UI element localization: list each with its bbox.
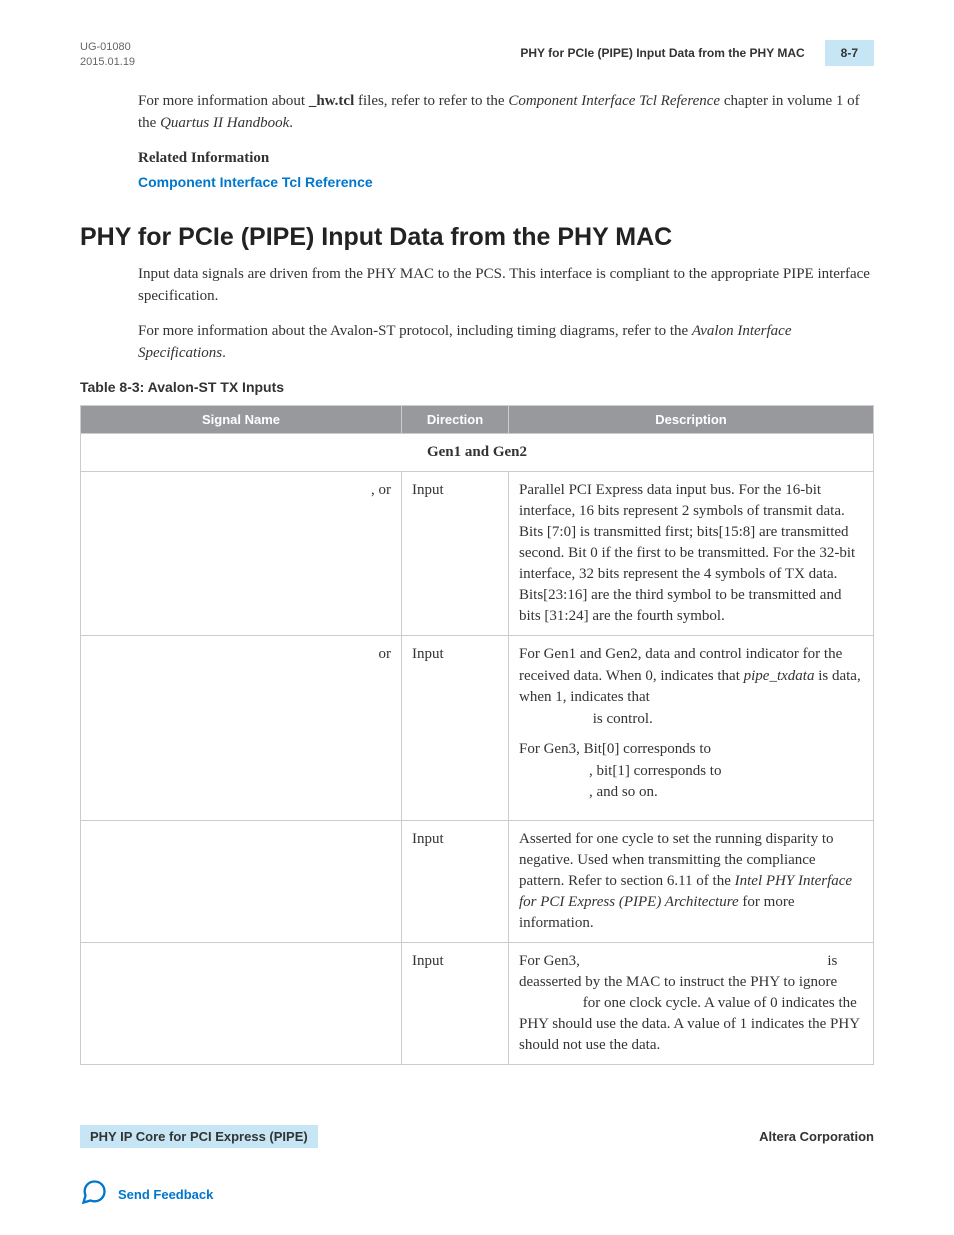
cell-signal — [81, 821, 402, 943]
doc-meta: UG-01080 2015.01.19 — [80, 40, 135, 71]
page-header: UG-01080 2015.01.19 PHY for PCIe (PIPE) … — [80, 40, 874, 71]
cell-signal: , or — [81, 471, 402, 635]
section-para-2: For more information about the Avalon-ST… — [138, 321, 874, 365]
page-number: 8-7 — [825, 40, 874, 66]
feedback-icon — [80, 1178, 108, 1211]
doc-date: 2015.01.19 — [80, 55, 135, 70]
footer-left-link[interactable]: PHY IP Core for PCI Express (PIPE) — [80, 1125, 318, 1148]
cell-description: For Gen3, is deasserted by the MAC to in… — [509, 943, 874, 1065]
th-signal: Signal Name — [81, 405, 402, 433]
feedback-label: Send Feedback — [118, 1187, 213, 1202]
related-info-label: Related Information — [138, 148, 874, 170]
table-row: or Input For Gen1 and Gen2, data and con… — [81, 635, 874, 820]
cell-direction: Input — [402, 635, 509, 820]
cell-direction: Input — [402, 821, 509, 943]
cell-direction: Input — [402, 471, 509, 635]
cell-description: For Gen1 and Gen2, data and control indi… — [509, 635, 874, 820]
avalon-st-tx-inputs-table: Signal Name Direction Description Gen1 a… — [80, 405, 874, 1065]
cell-description: Parallel PCI Express data input bus. For… — [509, 471, 874, 635]
th-description: Description — [509, 405, 874, 433]
section-heading: PHY for PCIe (PIPE) Input Data from the … — [80, 223, 874, 252]
send-feedback-link[interactable]: Send Feedback — [80, 1178, 874, 1211]
table-subheader: Gen1 and Gen2 — [81, 433, 874, 471]
section-para-1: Input data signals are driven from the P… — [138, 264, 874, 308]
footer-right: Altera Corporation — [759, 1129, 874, 1144]
cell-signal — [81, 943, 402, 1065]
table-row: , or Input Parallel PCI Express data inp… — [81, 471, 874, 635]
table-row: Input Asserted for one cycle to set the … — [81, 821, 874, 943]
chapter-title-header: PHY for PCIe (PIPE) Input Data from the … — [520, 46, 804, 60]
table-title: Table 8-3: Avalon-ST TX Inputs — [80, 379, 874, 395]
page-footer: PHY IP Core for PCI Express (PIPE) Alter… — [80, 1125, 874, 1148]
doc-id: UG-01080 — [80, 40, 135, 55]
cell-direction: Input — [402, 943, 509, 1065]
cell-signal: or — [81, 635, 402, 820]
cell-description: Asserted for one cycle to set the runnin… — [509, 821, 874, 943]
table-row: Input For Gen3, is deasserted by the MAC… — [81, 943, 874, 1065]
intro-paragraph: For more information about _hw.tcl files… — [138, 91, 874, 135]
related-info-link[interactable]: Component Interface Tcl Reference — [138, 174, 373, 190]
th-direction: Direction — [402, 405, 509, 433]
